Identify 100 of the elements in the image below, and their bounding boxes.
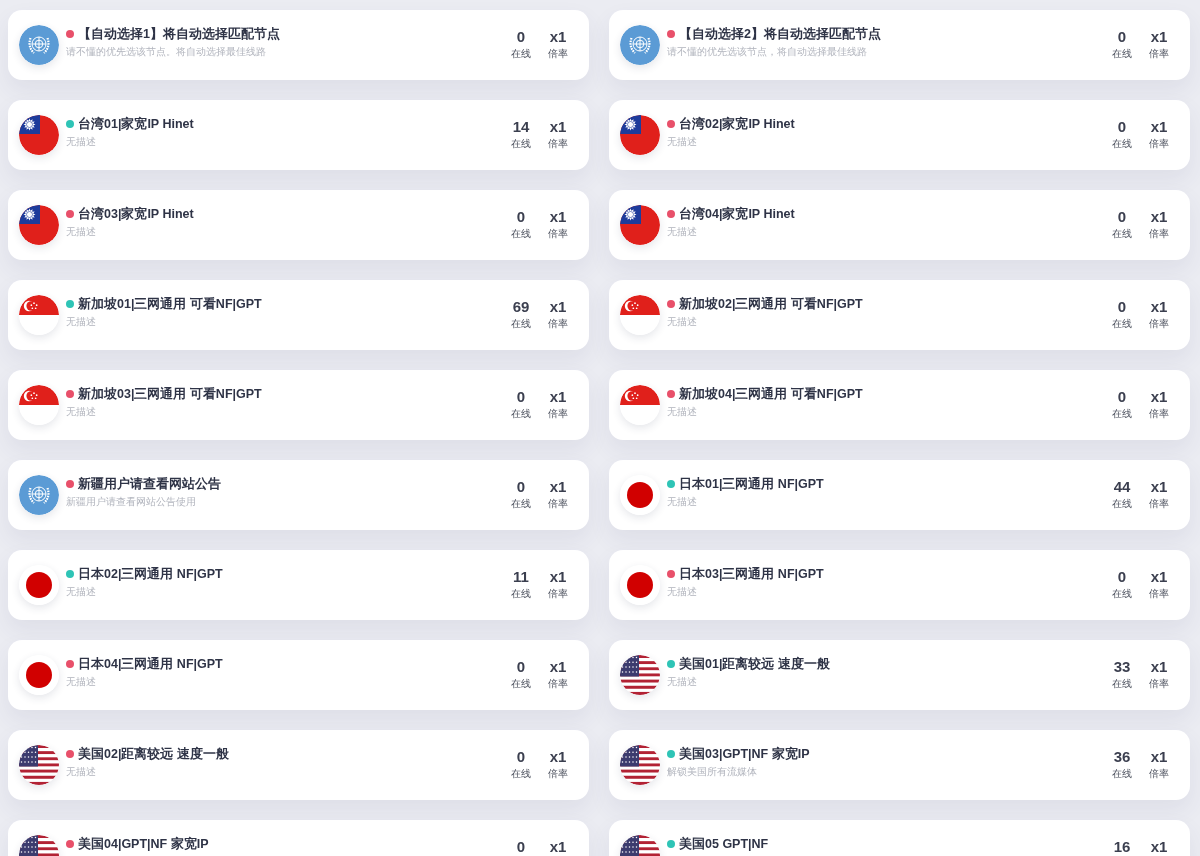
server-name: 新疆用户请查看网站公告 <box>78 476 221 493</box>
server-description: 无描述 <box>667 675 697 689</box>
online-count: 0 <box>516 387 526 407</box>
taiwan-flag-icon <box>620 205 660 245</box>
rate-label: 倍率 <box>548 137 568 151</box>
server-name: 【自动选择1】将自动选择匹配节点 <box>78 26 280 43</box>
server-name: 台湾01|家宽IP Hinet <box>78 115 194 133</box>
server-description: 请不懂的优先选该节点。将自动选择最佳线路 <box>66 45 266 59</box>
online-count: 0 <box>1117 387 1127 407</box>
singapore-flag-icon <box>620 385 660 425</box>
singapore-flag-icon <box>19 295 59 335</box>
taiwan-flag-icon <box>620 115 660 155</box>
us-flag-icon <box>620 655 660 695</box>
rate-label: 倍率 <box>1149 407 1169 421</box>
server-name: 台湾03|家宽IP Hinet <box>78 205 194 223</box>
online-label: 在线 <box>1112 137 1132 151</box>
rate-value: x1 <box>549 837 567 856</box>
server-name: 美国02|距离较远 速度一般 <box>78 745 229 763</box>
rate-value: x1 <box>1150 207 1168 227</box>
server-name: 新加坡03|三网通用 可看NF|GPT <box>78 386 262 403</box>
online-label: 在线 <box>1112 317 1132 331</box>
server-name: 【自动选择2】将自动选择匹配节点 <box>679 26 881 43</box>
rate-value: x1 <box>549 117 567 137</box>
server-description: 无描述 <box>667 315 697 329</box>
server-description: 无描述 <box>667 225 697 239</box>
us-flag-icon <box>620 745 660 785</box>
server-description: 无描述 <box>667 585 697 599</box>
rate-value: x1 <box>1150 567 1168 587</box>
online-count: 0 <box>516 27 526 47</box>
japan-flag-icon <box>620 565 660 605</box>
online-count: 0 <box>1117 297 1127 317</box>
server-name: 日本02|三网通用 NF|GPT <box>78 566 223 583</box>
server-name: 美国05 GPT|NF <box>679 835 769 853</box>
server-name: 新加坡01|三网通用 可看NF|GPT <box>78 296 262 313</box>
rate-value: x1 <box>1150 747 1168 767</box>
rate-label: 倍率 <box>1149 677 1169 691</box>
us-flag-icon <box>19 745 59 785</box>
online-count: 0 <box>516 207 526 227</box>
singapore-flag-icon <box>620 295 660 335</box>
rate-label: 倍率 <box>548 497 568 511</box>
server-name: 台湾02|家宽IP Hinet <box>679 115 795 133</box>
rate-label: 倍率 <box>548 677 568 691</box>
online-count: 16 <box>1113 837 1131 856</box>
online-count: 33 <box>1113 657 1131 677</box>
server-name: 新加坡04|三网通用 可看NF|GPT <box>679 386 863 403</box>
rate-label: 倍率 <box>1149 497 1169 511</box>
singapore-flag-icon <box>19 385 59 425</box>
rate-value: x1 <box>1150 27 1168 47</box>
rate-value: x1 <box>1150 837 1168 856</box>
online-label: 在线 <box>511 227 531 241</box>
server-description: 无描述 <box>66 765 96 779</box>
server-name: 美国04|GPT|NF 家宽IP <box>78 835 209 853</box>
rate-label: 倍率 <box>1149 317 1169 331</box>
online-label: 在线 <box>1112 407 1132 421</box>
rate-label: 倍率 <box>548 317 568 331</box>
rate-value: x1 <box>549 657 567 677</box>
online-count: 0 <box>516 747 526 767</box>
rate-value: x1 <box>549 567 567 587</box>
rate-label: 倍率 <box>548 587 568 601</box>
rate-value: x1 <box>549 297 567 317</box>
rate-label: 倍率 <box>548 47 568 61</box>
server-description: 无描述 <box>667 135 697 149</box>
server-description: 无描述 <box>667 495 697 509</box>
server-description: 无描述 <box>667 405 697 419</box>
online-count: 14 <box>512 117 530 137</box>
japan-flag-icon <box>19 655 59 695</box>
server-description: 无描述 <box>66 405 96 419</box>
rate-value: x1 <box>1150 297 1168 317</box>
japan-flag-icon <box>19 565 59 605</box>
server-description: 无描述 <box>66 315 96 329</box>
un-flag-icon <box>620 25 660 65</box>
online-label: 在线 <box>511 587 531 601</box>
rate-label: 倍率 <box>1149 227 1169 241</box>
online-count: 69 <box>512 297 530 317</box>
server-name: 台湾04|家宽IP Hinet <box>679 205 795 223</box>
online-label: 在线 <box>1112 587 1132 601</box>
online-count: 36 <box>1113 747 1131 767</box>
rate-value: x1 <box>549 747 567 767</box>
online-label: 在线 <box>1112 497 1132 511</box>
rate-value: x1 <box>549 477 567 497</box>
online-label: 在线 <box>511 677 531 691</box>
server-description: 无描述 <box>66 675 96 689</box>
server-name: 日本01|三网通用 NF|GPT <box>679 476 824 493</box>
online-label: 在线 <box>1112 677 1132 691</box>
rate-label: 倍率 <box>548 227 568 241</box>
online-count: 44 <box>1113 477 1131 497</box>
rate-label: 倍率 <box>548 767 568 781</box>
rate-label: 倍率 <box>1149 587 1169 601</box>
online-label: 在线 <box>511 767 531 781</box>
rate-value: x1 <box>1150 117 1168 137</box>
online-label: 在线 <box>511 137 531 151</box>
server-description: 无描述 <box>66 585 96 599</box>
japan-flag-icon <box>620 475 660 515</box>
server-description: 无描述 <box>66 135 96 149</box>
online-label: 在线 <box>1112 767 1132 781</box>
taiwan-flag-icon <box>19 205 59 245</box>
rate-value: x1 <box>1150 657 1168 677</box>
taiwan-flag-icon <box>19 115 59 155</box>
rate-value: x1 <box>549 27 567 47</box>
rate-label: 倍率 <box>1149 47 1169 61</box>
